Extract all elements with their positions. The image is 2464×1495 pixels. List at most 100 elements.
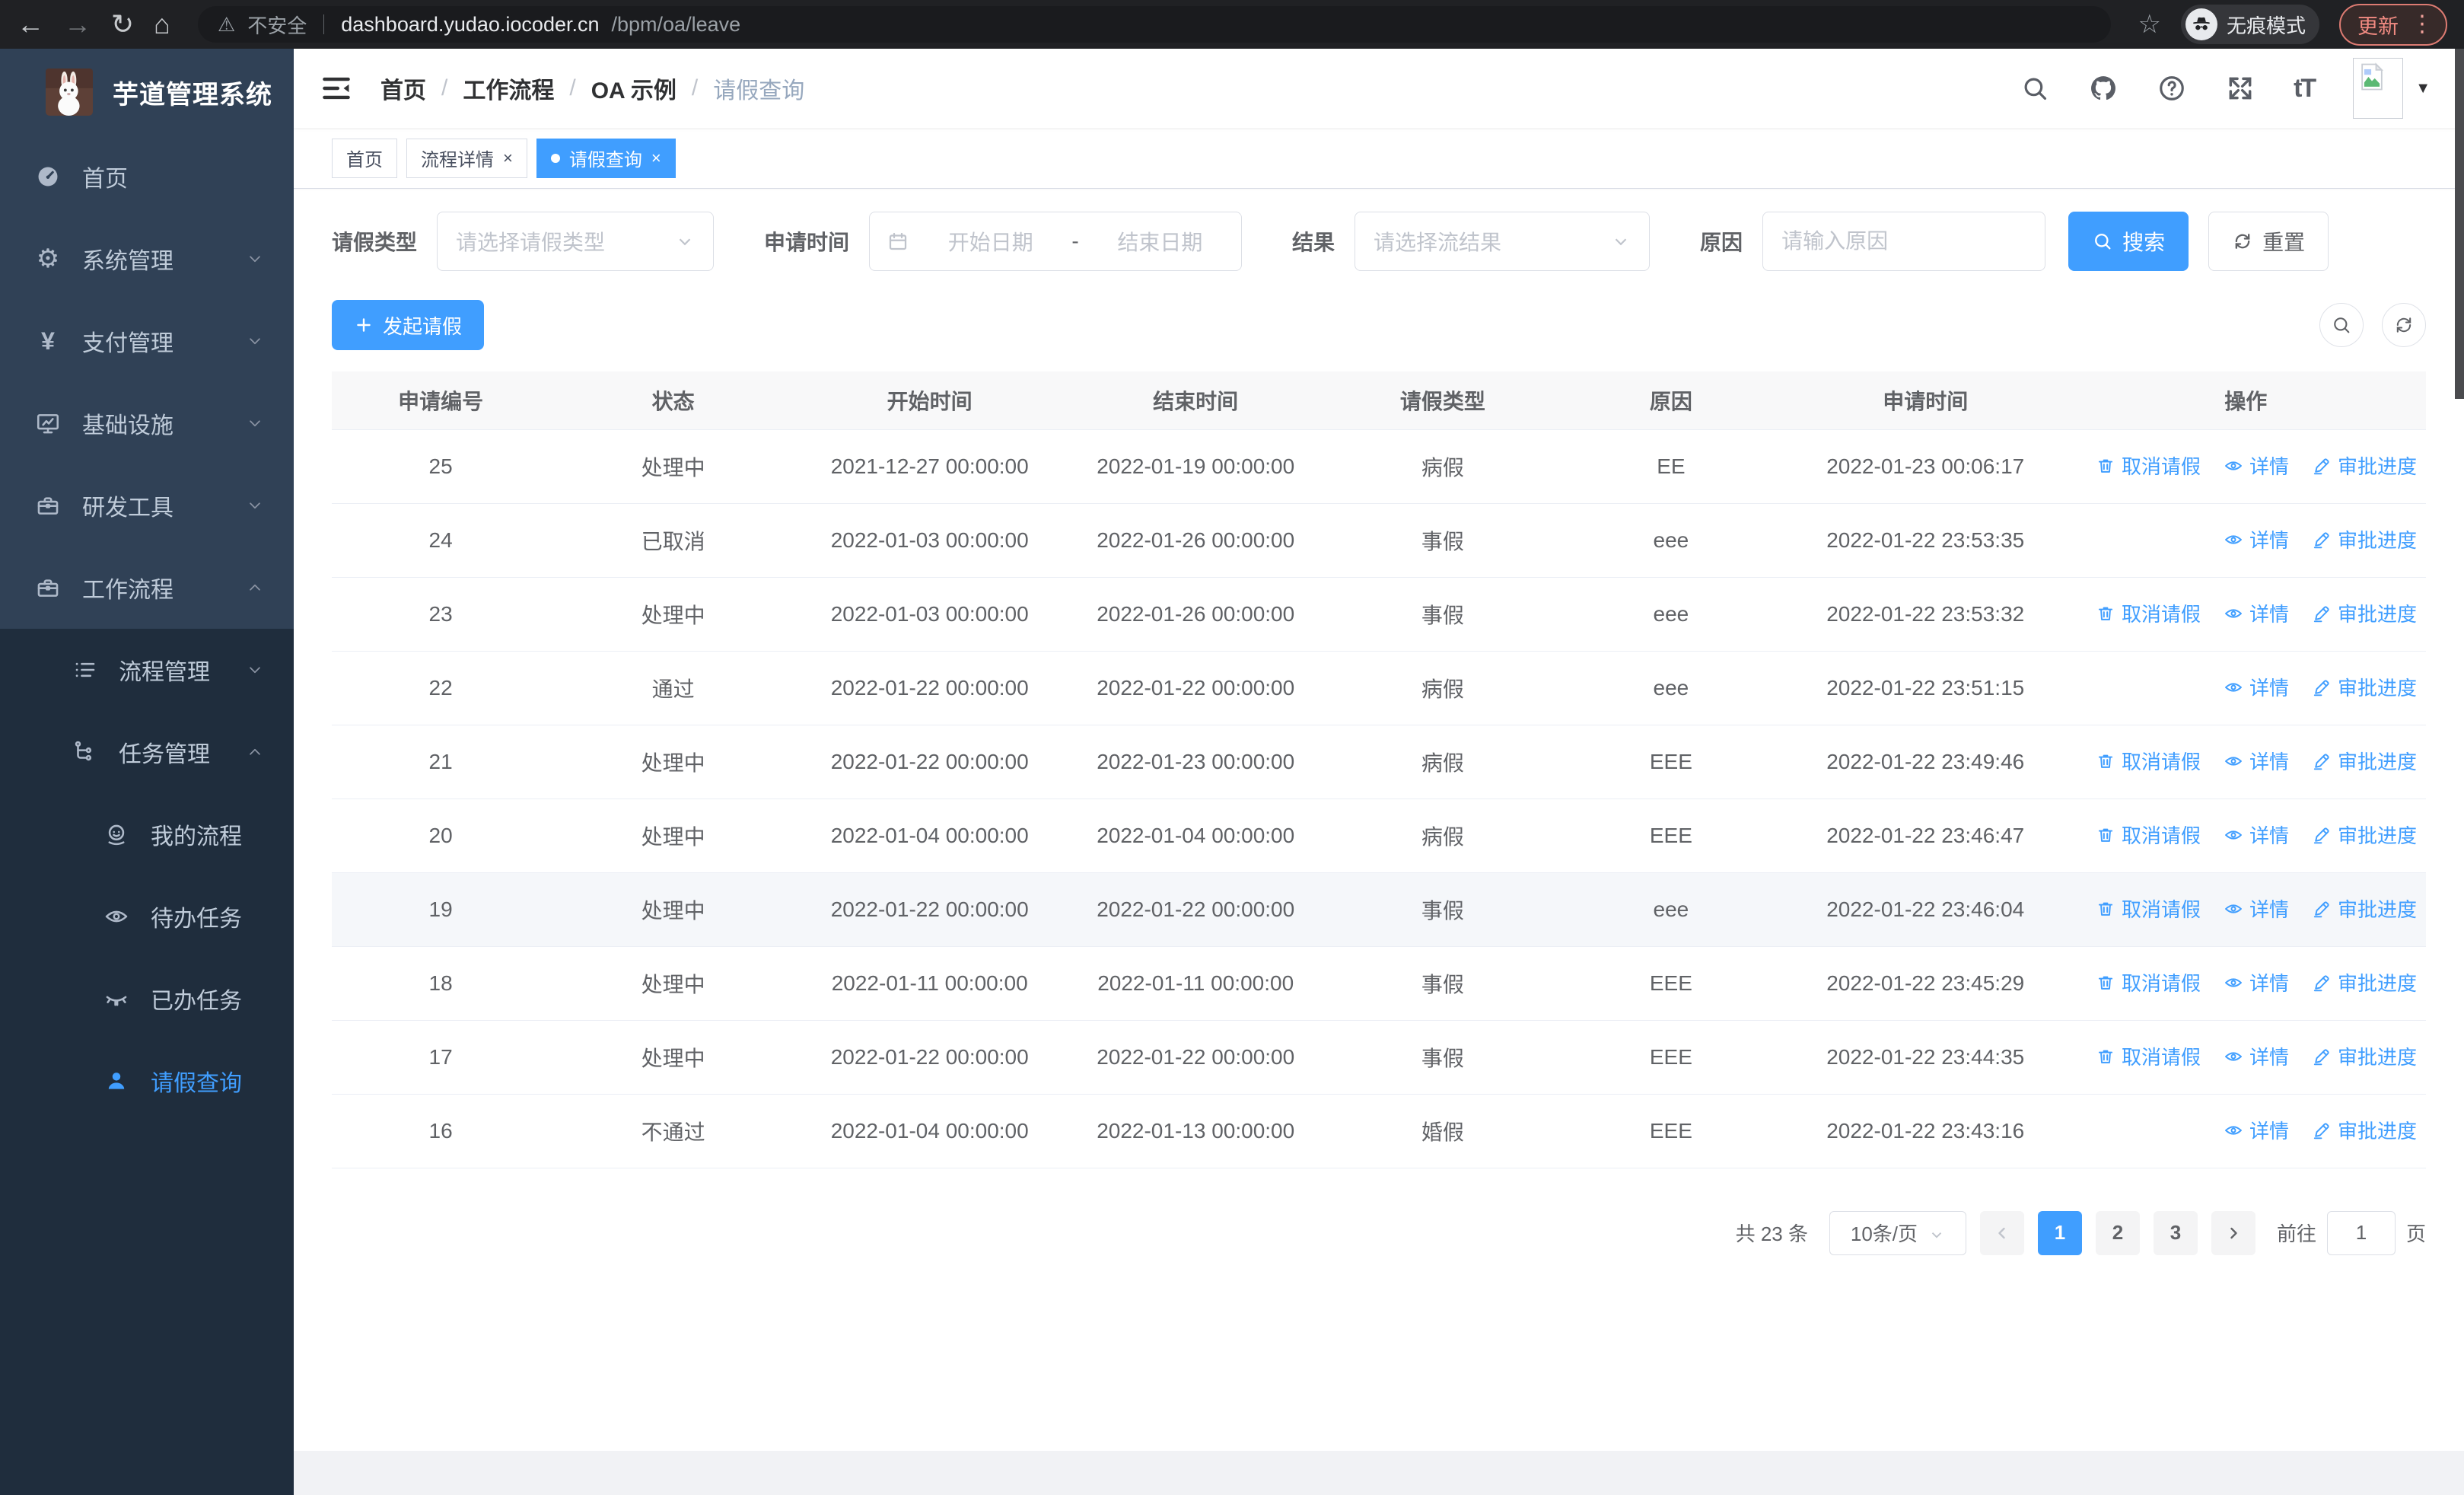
detail-link[interactable]: 详情 [2224, 1116, 2289, 1144]
not-secure-icon: ⚠ [217, 12, 236, 36]
sidebar-item-home[interactable]: 首页 [0, 135, 294, 218]
chevron-down-icon [245, 331, 265, 351]
page-button-3[interactable]: 3 [2153, 1210, 2198, 1255]
progress-link[interactable]: 审批进度 [2312, 894, 2417, 923]
row-reason: eee [1556, 872, 1785, 947]
sidebar-item-task-mgmt[interactable]: 任务管理 [0, 711, 294, 793]
browser-scrollbar[interactable] [2455, 49, 2464, 399]
close-icon[interactable]: × [503, 149, 513, 167]
progress-link[interactable]: 审批进度 [2312, 1116, 2417, 1144]
search-button[interactable]: 搜索 [2068, 212, 2189, 271]
progress-link[interactable]: 审批进度 [2312, 747, 2417, 775]
not-secure-label: 不安全 [247, 14, 307, 37]
refresh-table-button[interactable] [2382, 303, 2426, 347]
sidebar-item-payment[interactable]: ¥ 支付管理 [0, 300, 294, 382]
sidebar-item-done-tasks[interactable]: 已办任务 [0, 958, 294, 1040]
browser-reload-icon[interactable]: ↻ [111, 11, 134, 38]
cancel-leave-link[interactable]: 取消请假 [2096, 821, 2201, 849]
detail-link[interactable]: 详情 [2224, 894, 2289, 923]
detail-link[interactable]: 详情 [2224, 1042, 2289, 1070]
progress-link[interactable]: 审批进度 [2312, 968, 2417, 996]
next-page-button[interactable] [2211, 1210, 2255, 1255]
search-icon[interactable] [2020, 73, 2050, 104]
row-id: 17 [332, 1020, 550, 1095]
address-bar[interactable]: ⚠ 不安全 dashboard.yudao.iocoder.cn /bpm/oa… [197, 6, 2111, 43]
sidebar-logo[interactable]: 芋道管理系统 [0, 49, 294, 135]
row-leave-type: 病假 [1328, 799, 1557, 873]
browser-toolbar: ← → ↻ ⌂ ⚠ 不安全 dashboard.yudao.iocoder.cn… [0, 0, 2464, 49]
reset-button[interactable]: 重置 [2208, 212, 2329, 271]
page-size-select[interactable]: 10条/页 [1829, 1210, 1966, 1255]
user-avatar-menu[interactable]: ▼ [2353, 58, 2431, 119]
cancel-leave-link[interactable]: 取消请假 [2096, 451, 2201, 480]
github-icon[interactable] [2088, 73, 2119, 104]
browser-update-button[interactable]: 更新 ⋮ [2339, 3, 2447, 46]
column-header: 状态 [549, 371, 797, 430]
help-icon[interactable] [2157, 73, 2187, 104]
tag-leave-query[interactable]: 请假查询 × [536, 138, 676, 178]
sidebar-item-my-process[interactable]: 我的流程 [0, 793, 294, 875]
tag-process-detail[interactable]: 流程详情 × [406, 138, 527, 178]
goto-page-input[interactable] [2326, 1210, 2396, 1255]
progress-link[interactable]: 审批进度 [2312, 673, 2417, 701]
browser-home-icon[interactable]: ⌂ [154, 11, 170, 38]
detail-link[interactable]: 详情 [2224, 451, 2289, 480]
avatar [2353, 58, 2404, 119]
progress-link[interactable]: 审批进度 [2312, 451, 2417, 480]
row-leave-type: 事假 [1328, 577, 1557, 652]
cancel-leave-link[interactable]: 取消请假 [2096, 1042, 2201, 1070]
sidebar-item-workflow[interactable]: 工作流程 [0, 547, 294, 629]
page-button-2[interactable]: 2 [2095, 1210, 2140, 1255]
detail-link[interactable]: 详情 [2224, 673, 2289, 701]
detail-link[interactable]: 详情 [2224, 525, 2289, 553]
browser-forward-icon[interactable]: → [64, 11, 91, 38]
breadcrumb-item[interactable]: 首页 [380, 72, 426, 105]
fullscreen-icon[interactable] [2225, 73, 2255, 104]
trash-icon [2096, 751, 2115, 771]
detail-link[interactable]: 详情 [2224, 747, 2289, 775]
row-actions: 详情 审批进度 [2065, 503, 2426, 578]
sidebar-item-infra[interactable]: 基础设施 [0, 382, 294, 464]
sidebar-item-leave-query[interactable]: 请假查询 [0, 1040, 294, 1122]
prev-page-button[interactable] [1979, 1210, 2024, 1255]
sidebar-item-system[interactable]: ⚙ 系统管理 [0, 218, 294, 300]
sidebar-collapse-icon[interactable] [320, 72, 353, 105]
sidebar-item-todo-tasks[interactable]: 待办任务 [0, 875, 294, 958]
progress-link[interactable]: 审批进度 [2312, 1042, 2417, 1070]
show-search-button[interactable] [2319, 303, 2364, 347]
sidebar-item-process-mgmt[interactable]: 流程管理 [0, 629, 294, 711]
cancel-leave-link[interactable]: 取消请假 [2096, 894, 2201, 923]
page-button-1[interactable]: 1 [2037, 1210, 2082, 1255]
row-end-time: 2022-01-23 00:00:00 [1062, 725, 1329, 799]
row-leave-type: 婚假 [1328, 1094, 1557, 1168]
breadcrumb-item[interactable]: 工作流程 [463, 72, 554, 105]
create-leave-button[interactable]: 发起请假 [332, 300, 485, 350]
filter-reason: 原因 [1700, 212, 2046, 271]
detail-link[interactable]: 详情 [2224, 821, 2289, 849]
table-row: 17 处理中 2022-01-22 00:00:00 2022-01-22 00:00… [332, 1020, 2426, 1095]
bookmark-star-icon[interactable]: ☆ [2138, 9, 2161, 40]
sidebar-item-dev-tools[interactable]: 研发工具 [0, 464, 294, 547]
progress-link[interactable]: 审批进度 [2312, 525, 2417, 553]
progress-link[interactable]: 审批进度 [2312, 599, 2417, 627]
cancel-leave-link[interactable]: 取消请假 [2096, 747, 2201, 775]
row-apply-time: 2022-01-22 23:53:32 [1784, 577, 2066, 652]
cancel-leave-link[interactable]: 取消请假 [2096, 968, 2201, 996]
leave-type-select[interactable]: 请选择请假类型 [437, 212, 715, 271]
row-status: 不通过 [549, 1094, 797, 1168]
reason-input[interactable] [1762, 212, 2046, 271]
progress-link[interactable]: 审批进度 [2312, 821, 2417, 849]
close-icon[interactable]: × [651, 149, 661, 167]
font-size-icon[interactable]: tT [2294, 74, 2316, 104]
breadcrumb-item[interactable]: OA 示例 [591, 72, 676, 105]
detail-link[interactable]: 详情 [2224, 968, 2289, 996]
update-label: 更新 [2357, 14, 2399, 38]
sidebar-item-label: 首页 [82, 167, 128, 192]
cancel-leave-link[interactable]: 取消请假 [2096, 599, 2201, 627]
detail-link[interactable]: 详情 [2224, 599, 2289, 627]
date-range-picker[interactable]: 开始日期 - 结束日期 [869, 212, 1243, 271]
result-select[interactable]: 请选择流结果 [1355, 212, 1651, 271]
browser-back-icon[interactable]: ← [17, 11, 44, 38]
tag-home[interactable]: 首页 [332, 138, 397, 178]
browser-menu-icon[interactable]: ⋮ [2411, 13, 2434, 36]
